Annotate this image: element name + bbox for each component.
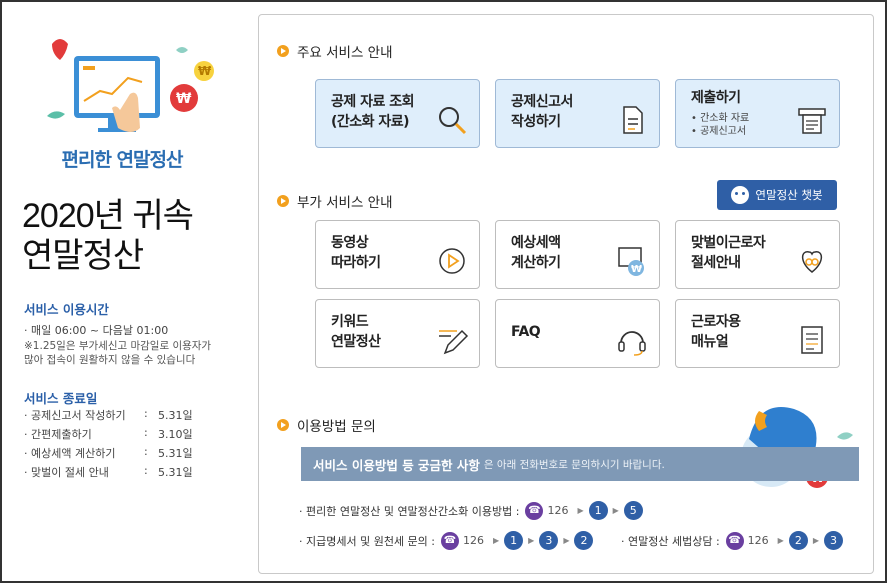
hours-heading: 서비스 이용시간	[24, 302, 109, 317]
submit-card[interactable]: 제출하기 • 간소화 자료 • 공제신고서	[675, 79, 840, 148]
arrow-icon: ▶	[563, 536, 570, 545]
contact-row-tax-law: · 연말정산 세법상담 : ☎ 126 ▶ 2 ▶ 3	[621, 531, 843, 550]
keyword-card[interactable]: 키워드 연말정산	[315, 299, 480, 368]
manual-icon	[801, 326, 823, 354]
step-badge: 1	[588, 501, 608, 520]
faq-card[interactable]: FAQ	[495, 299, 660, 368]
step-badge: 2	[574, 531, 594, 550]
step-badge: 3	[539, 531, 559, 550]
end-date-list: · 공제신고서 작성하기:5.31일 · 간편제출하기:3.10일 · 예상세액…	[24, 407, 193, 483]
arrow-icon: ▶	[577, 506, 584, 515]
step-badge: 3	[823, 531, 843, 550]
arrow-icon: ▶	[528, 536, 535, 545]
list-item: · 공제신고서 작성하기:5.31일	[24, 407, 193, 422]
brand-title: 편리한 연말정산	[61, 149, 184, 171]
bullet-icon	[277, 45, 289, 57]
printer-icon	[798, 108, 826, 134]
hours-note: ※1.25일은 부가세신고 마감일로 이용자가 많아 접속이 원활하지 않을 수…	[24, 340, 212, 366]
step-badge: 1	[504, 531, 524, 550]
pencil-icon	[439, 329, 469, 355]
svg-text:₩: ₩	[631, 264, 642, 275]
step-badge: 5	[623, 501, 643, 520]
left-column: ₩ ₩ 편리한 연말정산 2020년 귀속 연말정산 서비스 이용시간 · 매일…	[2, 2, 254, 579]
monitor-chart-illustration: ₩ ₩	[47, 39, 214, 132]
svg-text:₩: ₩	[176, 91, 192, 107]
arrow-icon: ▶	[612, 506, 619, 515]
bullet-icon	[277, 419, 289, 431]
contact-row-usage: · 편리한 연말정산 및 연말정산간소화 이용방법 : ☎ 126 ▶ 1 ▶ …	[299, 501, 643, 520]
headset-icon	[618, 331, 646, 356]
end-date-heading: 서비스 종료일	[24, 391, 98, 406]
hours-line: · 매일 06:00 ~ 다음날 01:00	[24, 324, 169, 337]
arrow-icon: ▶	[812, 536, 819, 545]
tax-estimate-card[interactable]: 예상세액 계산하기 ₩	[495, 220, 660, 289]
svg-text:₩: ₩	[198, 64, 212, 78]
arrow-icon: ▶	[777, 536, 784, 545]
play-icon	[439, 248, 465, 274]
video-guide-card[interactable]: 동영상 따라하기	[315, 220, 480, 289]
phone-icon: ☎	[725, 531, 744, 550]
document-icon	[623, 106, 643, 134]
deduction-form-card[interactable]: 공제신고서 작성하기	[495, 79, 660, 148]
inquiry-banner: 서비스 이용방법 등 궁금한 사항 은 아래 전화번호로 문의하시기 바랍니다.	[301, 447, 859, 481]
extra-services-heading: 부가 서비스 안내	[277, 191, 393, 211]
contact-row-withholding: · 지급명세서 및 원천세 문의 : ☎ 126 ▶ 1 ▶ 3 ▶ 2	[299, 531, 594, 550]
calculator-icon: ₩	[618, 247, 644, 276]
list-item: · 예상세액 계산하기:5.31일	[24, 445, 193, 460]
phone-icon: ☎	[441, 531, 460, 550]
chatbot-button[interactable]: 연말정산 챗봇	[717, 180, 837, 210]
inquiry-heading: 이용방법 문의	[277, 415, 376, 435]
phone-icon: ☎	[525, 501, 544, 520]
page-title: 2020년 귀속 연말정산	[22, 197, 194, 275]
bullet-icon	[277, 195, 289, 207]
list-item: · 맞벌이 절세 안내:5.31일	[24, 464, 193, 479]
magnifier-icon	[439, 107, 467, 135]
step-badge: 2	[788, 531, 808, 550]
deduction-data-lookup-card[interactable]: 공제 자료 조회 (간소화 자료)	[315, 79, 480, 148]
list-item: · 간편제출하기:3.10일	[24, 426, 193, 441]
dual-income-card[interactable]: 맞벌이근로자 절세안내	[675, 220, 840, 289]
arrow-icon: ▶	[493, 536, 500, 545]
main-services-heading: 주요 서비스 안내	[277, 41, 393, 61]
employee-manual-card[interactable]: 근로자용 매뉴얼	[675, 299, 840, 368]
services-panel: 주요 서비스 안내 공제 자료 조회 (간소화 자료) 공제신고서 작성하기 제…	[258, 14, 874, 574]
heart-hand-icon	[801, 251, 823, 273]
chatbot-icon	[731, 186, 750, 204]
